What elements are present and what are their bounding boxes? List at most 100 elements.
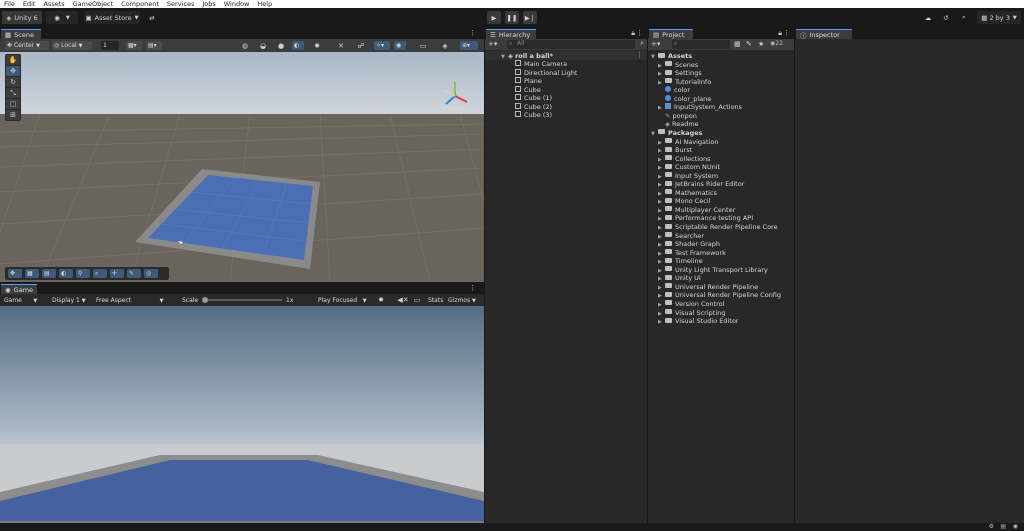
play-focus-dropdown[interactable]: Play Focused ▼ [316, 296, 374, 305]
lock-icon[interactable]: 🔒︎ [631, 29, 635, 38]
add-object-button[interactable]: +▾ [488, 40, 497, 48]
menu-edit[interactable]: Edit [19, 0, 40, 8]
tab-inspector[interactable]: ⓘ Inspector [796, 29, 852, 40]
packages-root[interactable]: ▼ Packages [651, 129, 702, 137]
package-item[interactable]: ▶ Mono Cecil [658, 197, 710, 205]
hierarchy-item[interactable]: Cube (1) [515, 94, 552, 102]
package-item[interactable]: ▶ Unity Light Transport Library [658, 266, 768, 274]
crosshair-icon[interactable]: ✛ [110, 269, 124, 278]
hierarchy-item[interactable]: Cube (2) [515, 102, 552, 111]
wireframe-icon[interactable]: ◒ [258, 41, 268, 50]
move-snap-icon[interactable]: ✥ [8, 269, 22, 278]
package-item[interactable]: ▶ Burst [658, 146, 692, 154]
brush-icon[interactable]: ✎ [127, 269, 141, 278]
package-item[interactable]: ▶ Version Control [658, 300, 724, 308]
camera-icon[interactable]: ▭ [418, 41, 428, 50]
fx-toggle-icon[interactable]: ✧▾ [374, 41, 390, 50]
package-item[interactable]: ▶ Searcher [658, 232, 704, 240]
asset-item[interactable]: ▶ InputSystem_Actions [658, 103, 742, 111]
hand-tool-icon[interactable]: ✋ [6, 55, 20, 65]
zoom-icon[interactable]: ⌕ [93, 269, 107, 278]
favorite-icon[interactable]: ★ [758, 40, 764, 48]
play-button[interactable]: ▶ [487, 11, 501, 24]
hierarchy-item[interactable]: Plane [515, 77, 542, 85]
more-options-icon[interactable]: ⋮ [469, 29, 476, 37]
game-mode-dropdown[interactable]: Game ▼ [2, 296, 47, 305]
gizmos-dropdown[interactable]: Gizmos ▼ [446, 296, 482, 305]
gizmo-light-icon[interactable]: ✹ [312, 41, 322, 50]
grid-snap-button[interactable]: ▦▾ [126, 41, 142, 50]
gizmos-icon[interactable]: ◈ [440, 41, 450, 50]
asset-item[interactable]: ◈ Readme [658, 120, 699, 128]
hierarchy-item[interactable]: Cube [515, 85, 541, 94]
transform-tool-icon[interactable]: ⊞ [6, 110, 20, 120]
package-item[interactable]: ▶ Collections [658, 155, 711, 163]
console-icon[interactable]: ▤ [1000, 523, 1006, 530]
game-viewport[interactable] [0, 306, 484, 523]
menu-assets[interactable]: Assets [39, 0, 68, 8]
audio-off-icon[interactable]: ✕ [336, 41, 346, 50]
package-item[interactable]: ▶ Test Framework [658, 249, 726, 257]
filter-label-icon[interactable]: ✎ [746, 40, 752, 48]
package-item[interactable]: ▶ Input System [658, 172, 718, 180]
hierarchy-item[interactable]: Directional Light [515, 68, 577, 77]
menu-window[interactable]: Window [220, 0, 254, 8]
package-item[interactable]: ▶ AI Navigation [658, 138, 719, 146]
probe-icon[interactable]: ⚲ [76, 269, 90, 278]
pivot-dropdown[interactable]: ✥ Center ▼ [5, 41, 49, 50]
package-item[interactable]: ▶ Performance testing API [658, 214, 753, 222]
more-options-icon[interactable]: ⋮ [783, 29, 790, 37]
package-item[interactable]: ▶ Custom NUnit [658, 163, 720, 171]
asset-item[interactable]: ▶ Scenes [658, 61, 698, 69]
tab-game[interactable]: ◉ Game [1, 284, 37, 294]
mute-audio-icon[interactable]: ◀✕ [397, 295, 408, 304]
shortcuts-icon[interactable]: ▭ [412, 295, 422, 304]
menu-help[interactable]: Help [253, 0, 276, 8]
asset-item[interactable]: color_plane [658, 94, 711, 103]
package-item[interactable]: ▶ JetBrains Rider Editor [658, 180, 744, 188]
aspect-dropdown[interactable]: Free Aspect ▼ [94, 296, 174, 305]
package-item[interactable]: ▶ Unity UI [658, 274, 701, 282]
space-dropdown[interactable]: ◎ Local ▼ [52, 41, 92, 50]
layout-dropdown[interactable]: ▦ 2 by 3 ▼ [977, 11, 1021, 24]
pause-button[interactable]: ❚❚ [505, 11, 519, 24]
project-search-input[interactable]: ⌕ [672, 40, 730, 49]
visibility-icon[interactable]: ◉ [394, 41, 406, 50]
rect-tool-icon[interactable]: ▢ [6, 99, 20, 109]
package-item[interactable]: ▶ Mathematics [658, 189, 717, 197]
more-options-icon[interactable]: ⋮ [469, 284, 476, 292]
package-item[interactable]: ▶ Timeline [658, 257, 703, 265]
persp-label[interactable]: < Persp [442, 106, 465, 113]
package-item[interactable]: ▶ Universal Render Pipeline Config [658, 291, 781, 299]
menu-jobs[interactable]: Jobs [198, 0, 219, 8]
history-icon[interactable]: ↺ [940, 11, 952, 24]
lit-icon[interactable]: ◐ [292, 41, 304, 50]
cloud-icon[interactable]: ☁ [922, 11, 934, 24]
increment-snap-button[interactable]: ▤▾ [146, 41, 162, 50]
scene-menu-icon[interactable]: ⋮ [636, 51, 643, 59]
menu-services[interactable]: Services [163, 0, 198, 8]
move-tool-icon[interactable]: ✥ [6, 66, 20, 76]
scene-row[interactable]: ▼ ◈ roll a ball* ⋮ [485, 51, 647, 60]
create-asset-button[interactable]: +▾ [651, 40, 660, 48]
scene-viewport[interactable]: < Persp [0, 52, 484, 282]
tab-hierarchy[interactable]: ☰ Hierarchy [486, 29, 536, 39]
unity-account-button[interactable]: ◈ Unity 6 [2, 11, 42, 24]
stats-toggle[interactable]: Stats [426, 296, 444, 305]
rotate-tool-icon[interactable]: ↻ [6, 77, 20, 87]
tab-project[interactable]: ▤ Project [649, 29, 693, 39]
frame-debug-icon[interactable]: ✹ [376, 295, 386, 304]
hidden-count[interactable]: ◉22 [770, 40, 783, 47]
scale-slider[interactable] [204, 299, 282, 301]
asset-store-button[interactable]: ▣ Asset Store ▼ [84, 11, 140, 24]
search-icon[interactable]: ⌕ [958, 11, 970, 24]
menu-component[interactable]: Component [117, 0, 163, 8]
lock-icon[interactable]: 🔒︎ [778, 29, 782, 38]
assets-root[interactable]: ▼ Assets [651, 52, 692, 60]
asset-item[interactable]: ▶ Settings [658, 69, 702, 77]
search-filter-icon[interactable]: ⌕ [640, 39, 644, 48]
layers-icon[interactable]: ◎ [144, 269, 158, 278]
package-item[interactable]: ▶ Multiplayer Center [658, 206, 735, 214]
grid-toggle-icon[interactable]: ▤ [42, 269, 56, 278]
shaded-icon[interactable]: ● [276, 41, 286, 50]
